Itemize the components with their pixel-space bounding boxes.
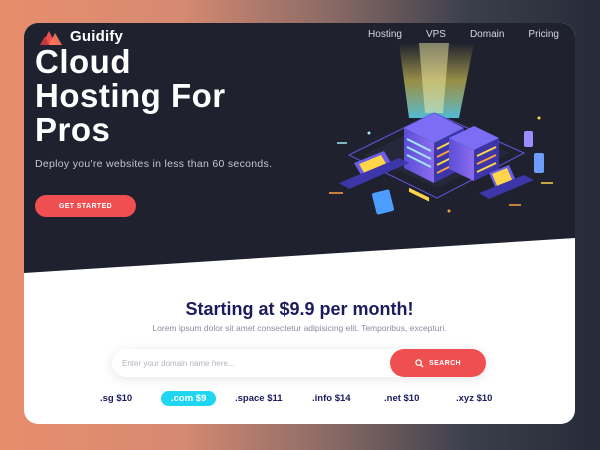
tld-item[interactable]: .sg $10 xyxy=(100,391,132,406)
nav-item-hosting[interactable]: Hosting xyxy=(368,29,402,40)
browser-frame: Guidify Hosting VPS Domain Pricing Cloud… xyxy=(24,23,575,424)
nav-item-pricing[interactable]: Pricing xyxy=(528,29,559,40)
main-nav: Hosting VPS Domain Pricing xyxy=(368,29,559,40)
hero-title-line: Hosting For xyxy=(35,77,226,114)
tld-price-list: .sg $10 .com $9 .space $11 .info $14 .ne… xyxy=(90,391,510,409)
hero-subtitle: Deploy you're websites in less than 60 s… xyxy=(35,158,273,170)
domain-search-input[interactable] xyxy=(122,349,382,377)
hero-section: Guidify Hosting VPS Domain Pricing Cloud… xyxy=(24,23,575,273)
server-illustration xyxy=(329,43,553,215)
tld-item[interactable]: .space $11 xyxy=(235,391,283,406)
get-started-button[interactable]: GET STARTED xyxy=(35,195,136,217)
domain-search-bar: SEARCH xyxy=(112,349,486,377)
hero-title-line: Pros xyxy=(35,111,111,148)
search-button[interactable]: SEARCH xyxy=(390,349,486,377)
hero-title: Cloud Hosting For Pros xyxy=(35,45,315,147)
search-button-label: SEARCH xyxy=(429,359,461,367)
tld-item[interactable]: .net $10 xyxy=(384,391,419,406)
tld-item[interactable]: .xyz $10 xyxy=(456,391,492,406)
brand-name: Guidify xyxy=(70,27,124,45)
pricing-description: Lorem ipsum dolor sit amet consectetur a… xyxy=(152,323,447,333)
tld-item[interactable]: .info $14 xyxy=(312,391,351,406)
nav-item-vps[interactable]: VPS xyxy=(426,29,446,40)
hero-title-line: Cloud xyxy=(35,43,131,80)
nav-item-domain[interactable]: Domain xyxy=(470,29,504,40)
tld-item-active[interactable]: .com $9 xyxy=(161,391,217,406)
search-icon xyxy=(415,358,424,368)
pricing-headline: Starting at $9.9 per month! xyxy=(185,299,414,319)
